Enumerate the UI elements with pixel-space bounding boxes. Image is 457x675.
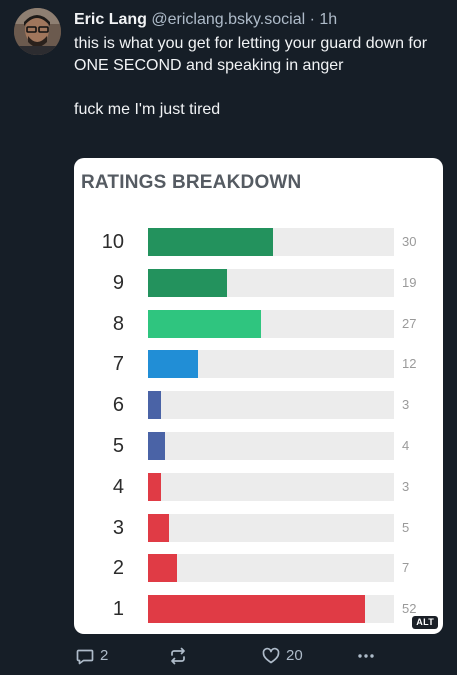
bar-track [148,473,394,501]
rating-label: 5 [112,435,124,457]
chart-row: 7 12 [74,350,443,378]
repost-arrows-icon [171,647,185,665]
bar-value-label: 5 [402,520,410,535]
post-content: Eric Lang @ericlang.bsky.social · 1h thi… [74,10,445,121]
bar-fill [148,432,165,460]
post: Eric Lang @ericlang.bsky.social · 1h thi… [0,0,457,675]
chart-row: 10 30 [74,228,443,256]
like-button[interactable]: 20 [262,645,303,667]
ellipsis-icon [358,654,374,658]
bar-fill [148,391,161,419]
rating-label: 1 [112,598,124,620]
bar-value-label: 4 [402,438,410,453]
bar-track [148,432,394,460]
bar-value-label: 27 [402,316,417,331]
bar-fill [148,514,169,542]
bar-value-label: 19 [402,275,417,290]
rating-label: 6 [112,394,124,416]
bar-track [148,310,394,338]
author-handle[interactable]: @ericlang.bsky.social [151,11,305,28]
chart-row: 9 19 [74,269,443,297]
rating-label: 10 [101,231,124,253]
post-time[interactable]: 1h [319,11,337,28]
bar-track [148,554,394,582]
bar-track [148,350,394,378]
chart-row: 1 52 [74,595,443,623]
bar-fill [148,269,228,297]
chart-row: 63 [74,391,443,419]
bar-fill [148,350,199,378]
reply-button[interactable]: 2 [76,645,108,667]
heart-icon [262,647,280,664]
post-header: Eric Lang @ericlang.bsky.social · 1h [74,10,445,30]
alt-text-badge[interactable]: ALT [412,616,438,629]
bar-value-label: 12 [402,356,417,371]
ratings-chart-image[interactable]: RATINGS BREAKDOWN 10 30 9 19 8 27 7 12 6 3 5 4 4 3 3 5 2… [74,158,443,634]
bar-fill [148,473,161,501]
bar-track [148,269,394,297]
bar-value-label: 3 [402,479,410,494]
bar-value-label: 7 [402,560,410,575]
avatar[interactable] [14,8,61,55]
rating-label: 4 [112,476,124,498]
more-options-button[interactable] [356,645,376,667]
bar-value-label: 3 [402,397,410,412]
bar-fill [148,595,365,623]
rating-label: 7 [112,353,124,375]
bar-track [148,595,394,623]
chart-row: 43 [74,473,443,501]
bar-fill [148,310,261,338]
chart-row: 8 27 [74,310,443,338]
bar-track [148,228,394,256]
bar-value-label: 30 [402,234,417,249]
speech-bubble-icon [76,649,94,665]
chart-title: RATINGS BREAKDOWN [81,172,302,193]
bar-fill [148,554,178,582]
rating-label: 2 [112,557,124,579]
rating-label: 3 [112,517,124,539]
bar-track [148,514,394,542]
chart-row: 35 [74,514,443,542]
chart-row: 54 [74,432,443,460]
post-paragraph: this is what you get for letting your gu… [74,35,428,74]
rating-label: 8 [112,313,124,335]
like-count: 20 [286,647,303,664]
bar-fill [148,228,274,256]
post-actions: 2 20 [74,645,443,667]
post-text: this is what you get for letting your gu… [74,33,445,121]
bar-track [148,391,394,419]
post-paragraph: fuck me I'm just tired [74,101,221,118]
repost-button[interactable] [169,645,187,667]
author-name[interactable]: Eric Lang [74,11,147,28]
reply-count: 2 [100,647,109,664]
chart-row: 27 [74,554,443,582]
rating-label: 9 [112,272,124,294]
avatar-image [14,8,61,55]
header-separator: · [309,11,315,28]
